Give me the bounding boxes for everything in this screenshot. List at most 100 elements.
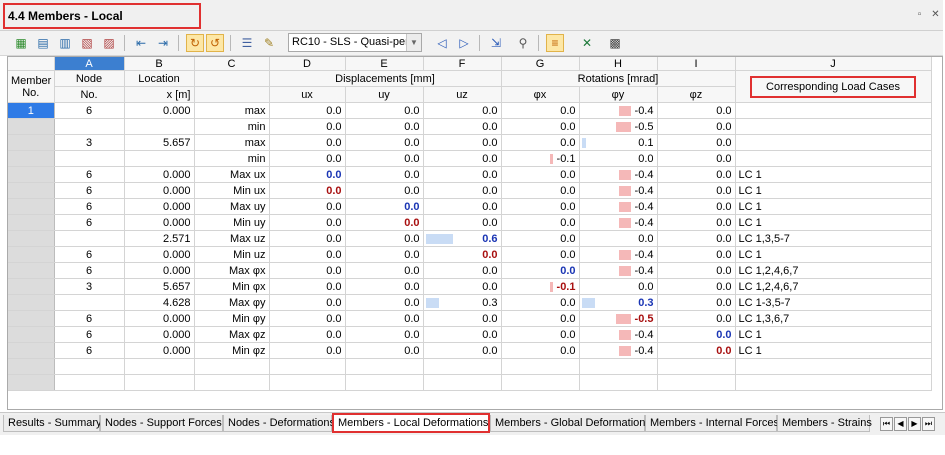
column-header[interactable]: G	[501, 57, 580, 71]
import-icon[interactable]: ▤	[34, 34, 52, 52]
row-header[interactable]: 1	[8, 102, 55, 119]
location-cell: 0.000	[124, 166, 195, 183]
table-row[interactable]: 6 0.000 Min uy 0.0 0.0 0.0 0.0 -0.4 0.0 LC 1	[8, 214, 932, 231]
table-row[interactable]: min 0.0 0.0 0.0 0.0 -0.5 0.0	[8, 118, 932, 135]
row-header[interactable]	[8, 198, 55, 215]
table-row[interactable]: 6 0.000 Max ux 0.0 0.0 0.0 0.0 -0.4 0.0 LC 1	[8, 166, 932, 183]
excel-export-icon[interactable]: ▦	[12, 34, 30, 52]
column-header[interactable]: C	[194, 57, 270, 71]
column-header[interactable]: H	[579, 57, 658, 71]
view-icon[interactable]: ⇲	[487, 34, 505, 52]
move-left-icon[interactable]: ⇤	[132, 34, 150, 52]
column-header[interactable]: A	[54, 57, 125, 71]
next-tab-icon[interactable]: ▶	[908, 417, 921, 431]
excel-icon[interactable]: ✕	[578, 34, 596, 52]
table-row[interactable]: 6 0.000 Max φz 0.0 0.0 0.0 0.0 -0.4 0.0 LC 1	[8, 326, 932, 343]
type-cell: Min uz	[194, 246, 270, 263]
next-icon[interactable]: ▷	[455, 34, 473, 52]
row-header[interactable]	[8, 214, 55, 231]
table-row[interactable]: 2.571 Max uz 0.0 0.0 0.6 0.0 0.0 0.0 LC 1,3,5-7	[8, 230, 932, 247]
table-row[interactable]: 4.628 Max φy 0.0 0.0 0.3 0.0 0.3 0.0 LC 1-3,5-7	[8, 294, 932, 311]
row-header[interactable]	[8, 230, 55, 247]
row-header[interactable]	[8, 262, 55, 279]
pin-icon[interactable]: ▫	[913, 8, 926, 21]
tab-members-local-deformations[interactable]: Members - Local Deformations	[332, 413, 490, 433]
graph-icon[interactable]: ▨	[100, 34, 118, 52]
uy-cell: 0.0	[345, 198, 424, 215]
node-header: No.	[54, 86, 125, 103]
row-header[interactable]	[8, 278, 55, 295]
column-header[interactable]: F	[423, 57, 502, 71]
chevron-down-icon[interactable]: ▼	[406, 34, 421, 51]
table-view-icon[interactable]: ☰	[238, 34, 256, 52]
row-header[interactable]	[8, 150, 55, 167]
table-row[interactable]: 1 6 0.000 max 0.0 0.0 0.0 0.0 -0.4 0.0	[8, 102, 932, 119]
tab-members-strains[interactable]: Members - Strains	[777, 415, 872, 432]
zoom-icon[interactable]: ⚲	[514, 34, 532, 52]
move-right-icon[interactable]: ⇥	[154, 34, 172, 52]
row-header[interactable]	[8, 118, 55, 135]
table-row[interactable]: 6 0.000 Min φz 0.0 0.0 0.0 0.0 -0.4 0.0 LC 1	[8, 342, 932, 359]
load-case-cell: LC 1	[735, 342, 932, 359]
tab-members-internal-forces[interactable]: Members - Internal Forces	[645, 415, 779, 432]
tab-nodes-support-forces[interactable]: Nodes - Support Forces	[100, 415, 223, 432]
row-header[interactable]	[8, 182, 55, 199]
table-row[interactable]: 6 0.000 Min uz 0.0 0.0 0.0 0.0 -0.4 0.0 LC 1	[8, 246, 932, 263]
row-header[interactable]	[8, 166, 55, 183]
table-row[interactable]: 3 5.657 Min φx 0.0 0.0 0.0 -0.1 0.0 0.0 LC 1,2,4,…	[8, 278, 932, 295]
table-row[interactable]: min 0.0 0.0 0.0 -0.1 0.0 0.0	[8, 150, 932, 167]
first-tab-icon[interactable]: ⏮	[880, 417, 893, 431]
py-cell: -0.5	[579, 118, 658, 135]
table-row[interactable]: 3 5.657 max 0.0 0.0 0.0 0.0 0.1 0.0	[8, 134, 932, 151]
previous-icon[interactable]: ◁	[433, 34, 451, 52]
uz-cell: 0.0	[423, 198, 502, 215]
column-header[interactable]: J	[735, 57, 932, 71]
column-header[interactable]: B	[124, 57, 195, 71]
result-icon[interactable]: ↻	[186, 34, 204, 52]
load-case-combo[interactable]: RC10 - SLS - Quasi-per ▼	[288, 33, 422, 52]
tab-results-summary[interactable]: Results - Summary	[3, 415, 102, 432]
tab-members-global-deformations[interactable]: Members - Global Deformations	[490, 415, 651, 432]
location-cell: 0.000	[124, 310, 195, 327]
location-cell: 4.628	[124, 294, 195, 311]
table-row[interactable]	[8, 374, 932, 391]
table-row[interactable]: 6 0.000 Max φx 0.0 0.0 0.0 0.0 -0.4 0.0 LC 1,2,4,…	[8, 262, 932, 279]
row-header[interactable]	[8, 310, 55, 327]
column-header[interactable]: I	[657, 57, 736, 71]
uy-cell: 0.0	[345, 150, 424, 167]
row-header[interactable]	[8, 342, 55, 359]
uy-cell: 0.0	[345, 262, 424, 279]
corner-cell[interactable]	[8, 57, 55, 71]
table-row[interactable]: 6 0.000 Min ux 0.0 0.0 0.0 0.0 -0.4 0.0 LC 1	[8, 182, 932, 199]
location-cell: 0.000	[124, 214, 195, 231]
close-icon[interactable]: ✕	[929, 8, 942, 21]
row-header[interactable]	[8, 374, 55, 391]
tab-nodes-deformations[interactable]: Nodes - Deformations	[223, 415, 335, 432]
uz-cell: 0.6	[423, 230, 502, 247]
row-header[interactable]	[8, 134, 55, 151]
load-case-cell: LC 1	[735, 214, 932, 231]
column-header[interactable]: E	[345, 57, 424, 71]
load-case-value: RC10 - SLS - Quasi-per	[292, 36, 409, 48]
row-header[interactable]	[8, 294, 55, 311]
prev-tab-icon[interactable]: ◀	[894, 417, 907, 431]
row-header[interactable]	[8, 358, 55, 375]
print-icon[interactable]: ▩	[606, 34, 624, 52]
row-header[interactable]	[8, 326, 55, 343]
last-tab-icon[interactable]: ⏭	[922, 417, 935, 431]
py-cell: -0.4	[579, 214, 658, 231]
color-bars-icon[interactable]: ≡	[546, 34, 564, 52]
column-header[interactable]: D	[269, 57, 346, 71]
table-row[interactable]: 6 0.000 Min φy 0.0 0.0 0.0 0.0 -0.5 0.0 LC 1,3,6,…	[8, 310, 932, 327]
result-colors-icon[interactable]: ↺	[206, 34, 224, 52]
ux-cell: 0.0	[269, 246, 346, 263]
px-cell: 0.0	[501, 198, 580, 215]
filter-icon[interactable]: ▥	[56, 34, 74, 52]
table-row[interactable]	[8, 358, 932, 375]
table-row[interactable]: 6 0.000 Max uy 0.0 0.0 0.0 0.0 -0.4 0.0 LC 1	[8, 198, 932, 215]
type-cell: Max uy	[194, 198, 270, 215]
row-header[interactable]	[8, 246, 55, 263]
table-icon[interactable]: ▧	[78, 34, 96, 52]
edit-icon[interactable]: ✎	[260, 34, 278, 52]
pz-cell: 0.0	[657, 214, 736, 231]
